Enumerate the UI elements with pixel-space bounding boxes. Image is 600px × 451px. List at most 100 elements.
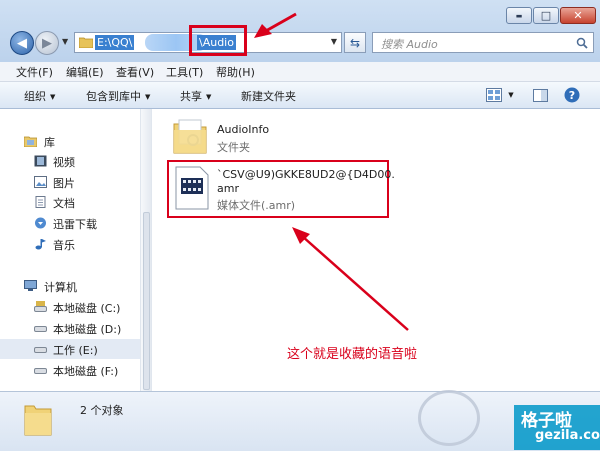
preview-pane-icon xyxy=(532,88,548,102)
pointer-arrow-icon xyxy=(254,12,297,38)
forward-arrow-icon: ▶ xyxy=(42,35,52,51)
nav-item-label: 工作 (E:) xyxy=(53,344,98,357)
chevron-down-icon: ▼ xyxy=(145,93,151,101)
nav-item-pictures[interactable]: 图片 xyxy=(0,172,140,192)
nav-pane-scrollbar[interactable] xyxy=(140,109,152,391)
folder-icon xyxy=(24,405,52,436)
nav-libraries[interactable]: 库 xyxy=(0,131,140,151)
refresh-button[interactable]: ⇆ xyxy=(344,32,366,53)
recent-pages-dropdown[interactable]: ▼ xyxy=(62,37,68,46)
menu-bar: 文件(F) 编辑(E) 查看(V) 工具(T) 帮助(H) xyxy=(0,62,600,82)
watermark-domain: gezila.com xyxy=(535,428,600,443)
nav-item-label: 本地磁盘 (F:) xyxy=(53,365,119,378)
nav-item-label: 本地磁盘 (C:) xyxy=(53,302,121,315)
back-arrow-icon: ◀ xyxy=(17,35,27,51)
nav-item-music[interactable]: 音乐 xyxy=(0,234,140,254)
organize-label: 组织 xyxy=(24,90,46,103)
command-bar: 组织 ▼ 包含到库中 ▼ 共享 ▼ 新建文件夹 ▼ ? xyxy=(0,82,600,109)
picture-icon xyxy=(34,176,47,188)
include-in-library-label: 包含到库中 xyxy=(86,90,141,103)
menu-view[interactable]: 查看(V) xyxy=(116,64,154,80)
minimize-button[interactable]: ▬ xyxy=(506,7,532,24)
music-icon xyxy=(35,239,46,250)
include-in-library-button[interactable]: 包含到库中 ▼ xyxy=(86,88,150,104)
forward-button[interactable]: ▶ xyxy=(35,31,59,55)
watermark-logo-ring xyxy=(418,390,480,446)
explorer-window: ▬ □ ✕ ◀ ▶ ▼ E:\QQ\ \Audio ▼ ⇆ 搜索 Audio 文… xyxy=(0,0,600,451)
maximize-button[interactable]: □ xyxy=(533,7,559,24)
share-button[interactable]: 共享 ▼ xyxy=(180,88,211,104)
file-item-media[interactable]: `CSV@U9)GKKE8UD2@{D4D00. amr 媒体文件(.amr) xyxy=(169,162,395,216)
maximize-icon: □ xyxy=(540,9,552,22)
nav-item-drive-d[interactable]: 本地磁盘 (D:) xyxy=(0,318,140,338)
title-bar: ▬ □ ✕ ◀ ▶ ▼ E:\QQ\ \Audio ▼ ⇆ 搜索 Audio xyxy=(0,0,600,62)
annotation-arrow-icon xyxy=(292,227,409,331)
media-file-icon xyxy=(175,166,209,210)
organize-button[interactable]: 组织 ▼ xyxy=(24,88,55,104)
new-folder-button[interactable]: 新建文件夹 xyxy=(241,88,296,104)
close-button[interactable]: ✕ xyxy=(560,7,596,24)
status-bar: 2 个对象 xyxy=(0,391,600,451)
nav-item-thunder-downloads[interactable]: 迅雷下载 xyxy=(0,213,140,233)
address-highlight-box xyxy=(189,25,247,56)
minimize-icon: ▬ xyxy=(515,11,523,20)
view-options-button[interactable] xyxy=(484,87,504,103)
file-type: 媒体文件(.amr) xyxy=(217,199,296,212)
address-text-start: E:\QQ\ xyxy=(95,35,135,50)
nav-item-label: 本地磁盘 (D:) xyxy=(53,323,122,336)
search-placeholder: 搜索 Audio xyxy=(381,38,438,51)
item-count: 2 个对象 xyxy=(80,404,124,417)
nav-item-drive-c[interactable]: 本地磁盘 (C:) xyxy=(0,297,140,317)
file-name-line1: `CSV@U9)GKKE8UD2@{D4D00. xyxy=(217,168,395,181)
search-icon xyxy=(576,37,588,49)
nav-item-documents[interactable]: 文档 xyxy=(0,192,140,212)
nav-item-label: 迅雷下载 xyxy=(53,218,97,231)
nav-computer-label: 计算机 xyxy=(44,281,77,294)
document-icon xyxy=(35,196,46,208)
scrollbar-thumb[interactable] xyxy=(143,212,150,390)
view-icon xyxy=(486,88,502,102)
nav-item-videos[interactable]: 视频 xyxy=(0,151,140,171)
preview-pane-button[interactable] xyxy=(532,87,548,103)
drive-icon xyxy=(34,326,47,332)
search-input[interactable]: 搜索 Audio xyxy=(372,32,594,53)
drive-icon xyxy=(34,301,47,312)
file-type: 文件夹 xyxy=(217,141,250,154)
svg-text:?: ? xyxy=(569,89,575,102)
library-icon xyxy=(24,136,37,147)
nav-item-label: 视频 xyxy=(53,156,75,169)
nav-item-label: 音乐 xyxy=(53,239,75,252)
computer-icon xyxy=(24,280,37,291)
nav-computer[interactable]: 计算机 xyxy=(0,276,140,296)
chevron-down-icon: ▼ xyxy=(50,93,56,101)
download-icon xyxy=(35,217,46,229)
back-button[interactable]: ◀ xyxy=(10,31,34,55)
refresh-icon: ⇆ xyxy=(349,35,361,50)
folder-icon xyxy=(173,119,207,154)
nav-item-label: 图片 xyxy=(53,177,75,190)
nav-item-drive-e[interactable]: 工作 (E:) xyxy=(0,339,140,359)
annotation-caption: 这个就是收藏的语音啦 xyxy=(287,347,418,362)
chevron-down-icon: ▼ xyxy=(206,93,212,101)
menu-edit[interactable]: 编辑(E) xyxy=(66,64,104,80)
help-icon: ? xyxy=(564,87,580,103)
video-icon xyxy=(34,155,47,167)
chevron-down-icon[interactable]: ▼ xyxy=(331,37,337,46)
nav-item-drive-f[interactable]: 本地磁盘 (F:) xyxy=(0,360,140,380)
menu-file[interactable]: 文件(F) xyxy=(16,64,53,80)
close-icon: ✕ xyxy=(573,9,583,22)
menu-help[interactable]: 帮助(H) xyxy=(216,64,255,80)
file-name: AudioInfo xyxy=(217,123,270,136)
file-item-folder[interactable]: AudioInfo 文件夹 xyxy=(167,114,387,158)
help-button[interactable]: ? xyxy=(564,87,580,103)
share-label: 共享 xyxy=(180,90,202,103)
navigation-pane: 库 视频 图片 文档 迅雷下载 音乐 计算机 本地磁盘 (C:) 本地磁盘 (D… xyxy=(0,109,140,391)
view-dropdown[interactable]: ▼ xyxy=(506,87,516,103)
nav-item-label: 文档 xyxy=(53,197,75,210)
nav-libraries-label: 库 xyxy=(44,136,55,149)
drive-icon xyxy=(34,347,47,353)
folder-icon xyxy=(79,37,93,48)
file-name-line2: amr xyxy=(217,182,239,195)
menu-tools[interactable]: 工具(T) xyxy=(166,64,203,80)
drive-icon xyxy=(34,368,47,374)
